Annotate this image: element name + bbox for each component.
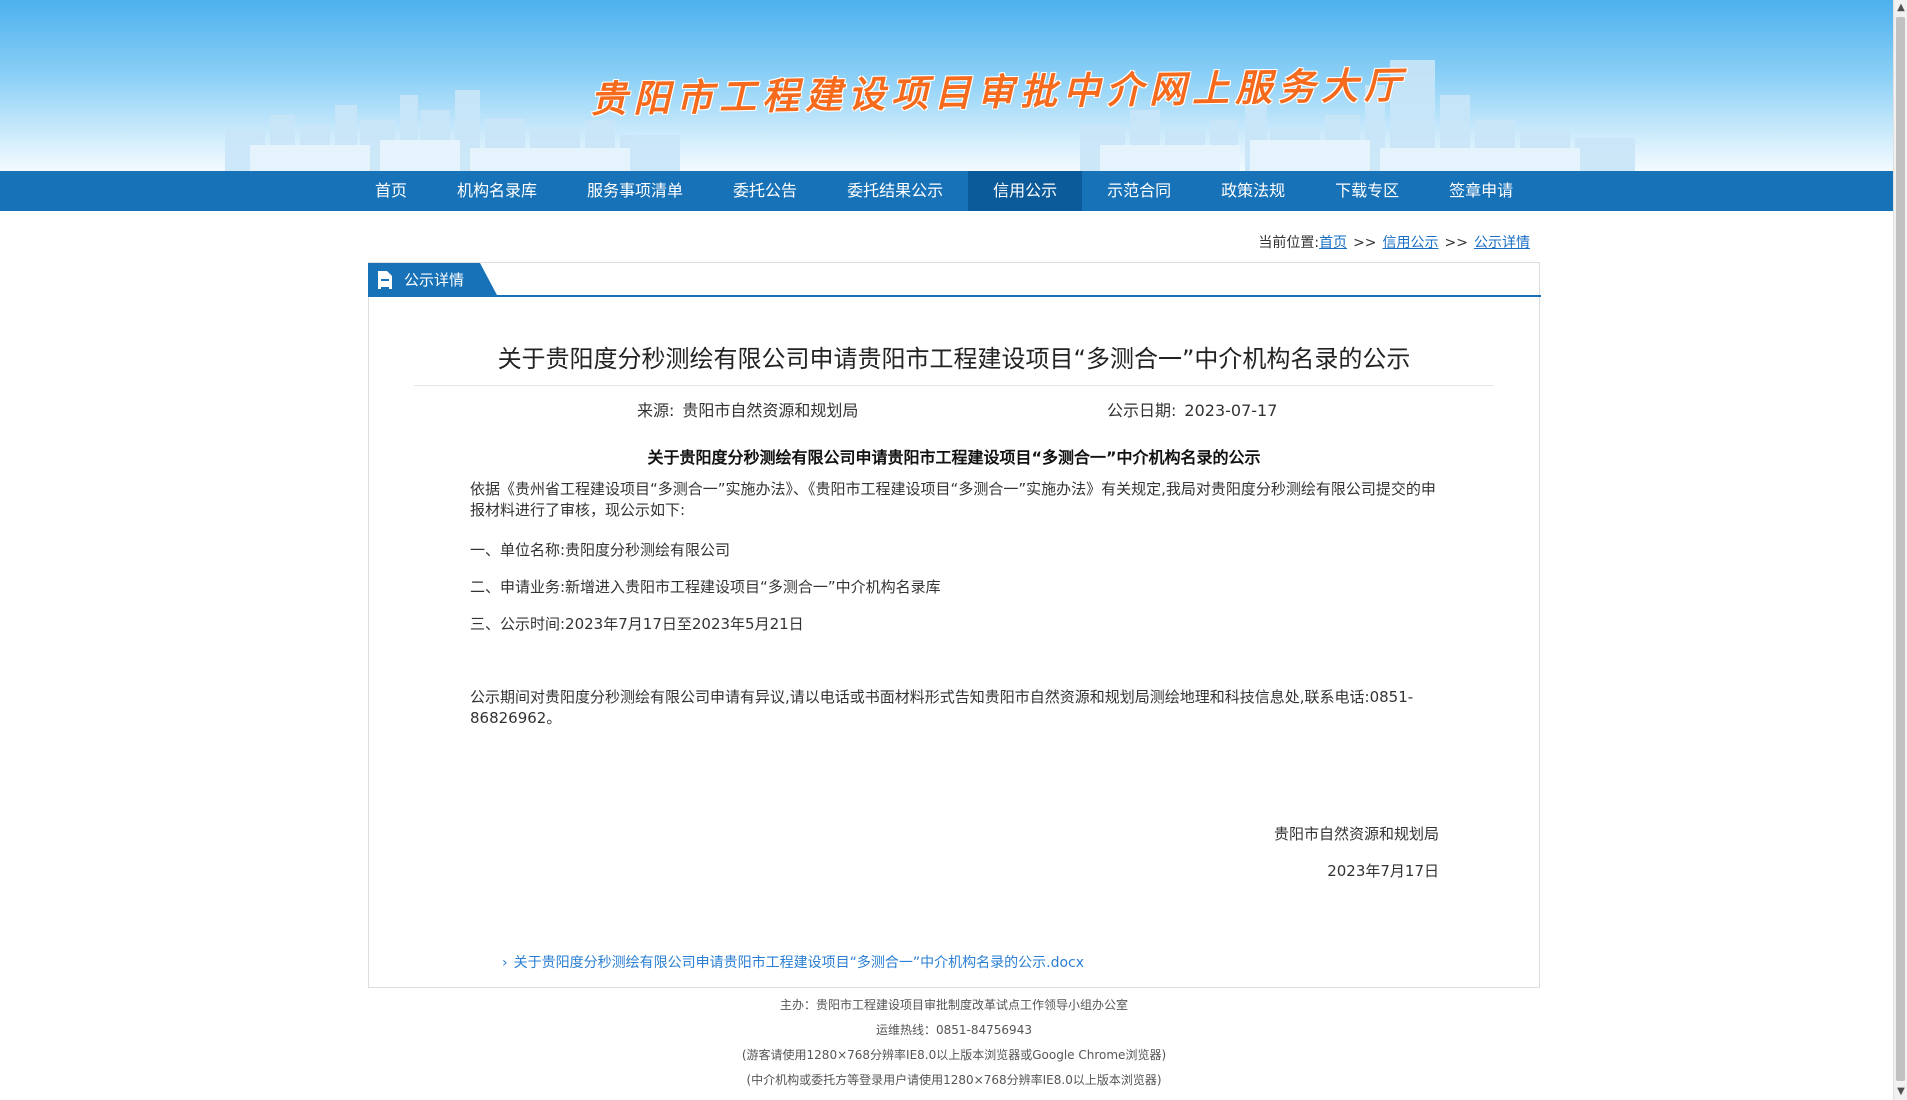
nav-item-credit-publicity[interactable]: 信用公示	[968, 171, 1083, 211]
panel-header: 公示详情	[368, 263, 1541, 297]
article-paragraph: 一、单位名称:贵阳度分秒测绘有限公司	[470, 541, 731, 559]
page-footer: 主办：贵阳市工程建设项目审批制度改革试点工作领导小组办公室 运维热线：0851-…	[368, 993, 1540, 1093]
breadcrumb-detail-link[interactable]: 公示详情	[1474, 235, 1530, 251]
nav-item-downloads[interactable]: 下载专区	[1310, 171, 1424, 211]
footer-browser-note-user: (中介机构或委托方等登录用户请使用1280×768分辨率IE8.0以上版本浏览器…	[746, 1073, 1162, 1087]
signature-organization: 贵阳市自然资源和规划局	[1273, 825, 1439, 843]
footer-browser-note-visitor: (游客请使用1280×768分辨率IE8.0以上版本浏览器或Google Chr…	[741, 1048, 1167, 1062]
chevron-right-icon: ›	[502, 955, 508, 971]
attachment-link[interactable]: › 关于贵阳度分秒测绘有限公司申请贵阳市工程建设项目“多测合一”中介机构名录的公示…	[502, 952, 1084, 972]
date-value: 2023-07-17	[1184, 401, 1278, 420]
header-banner: 贵阳市工程建设项目审批中介网上服务大厅	[0, 0, 1893, 171]
footer-host: 主办：贵阳市工程建设项目审批制度改革试点工作领导小组办公室	[779, 998, 1128, 1012]
vertical-scrollbar[interactable]: ▲ ▼	[1893, 0, 1907, 1100]
breadcrumb-prefix: 当前位置:	[1258, 235, 1320, 251]
article-paragraph: 公示期间对贵阳度分秒测绘有限公司申请有异议,请以电话或书面材料形式告知贵阳市自然…	[470, 688, 1414, 727]
article-source: 来源: 贵阳市自然资源和规划局	[637, 397, 858, 421]
page: 贵阳市工程建设项目审批中介网上服务大厅 首页 机构名录库 服务事项清单 委托公告…	[0, 0, 1893, 1100]
main-nav: 首页 机构名录库 服务事项清单 委托公告 委托结果公示 信用公示 示范合同 政策…	[0, 171, 1893, 211]
attachment-filename: 关于贵阳度分秒测绘有限公司申请贵阳市工程建设项目“多测合一”中介机构名录的公示.…	[513, 955, 1084, 971]
article-paragraph: 依据《贵州省工程建设项目“多测合一”实施办法》、《贵阳市工程建设项目“多测合一”…	[470, 480, 1436, 519]
date-label: 公示日期:	[1107, 401, 1177, 420]
article-paragraph: 二、申请业务:新增进入贵阳市工程建设项目“多测合一”中介机构名录库	[470, 578, 941, 596]
breadcrumb-home-link[interactable]: 首页	[1319, 235, 1347, 251]
title-divider	[414, 385, 1494, 386]
article-title: 关于贵阳度分秒测绘有限公司申请贵阳市工程建设项目“多测合一”中介机构名录的公示	[497, 345, 1411, 373]
nav-item-commission-result[interactable]: 委托结果公示	[822, 171, 968, 211]
chevron-down-icon[interactable]: ▼	[1894, 1084, 1907, 1100]
article-paragraph: 三、公示时间:2023年7月17日至2023年5月21日	[470, 615, 804, 633]
nav-item-service-list[interactable]: 服务事项清单	[562, 171, 708, 211]
panel-tab: 公示详情	[368, 263, 498, 297]
scrollbar-thumb[interactable]	[1896, 17, 1905, 1081]
breadcrumb-separator: >>	[1353, 235, 1377, 251]
article-panel: 公示详情 关于贵阳度分秒测绘有限公司申请贵阳市工程建设项目“多测合一”中介机构名…	[368, 262, 1541, 988]
breadcrumb-credit-link[interactable]: 信用公示	[1383, 235, 1439, 251]
chevron-up-icon[interactable]: ▲	[1894, 0, 1907, 16]
article-subtitle: 关于贵阳度分秒测绘有限公司申请贵阳市工程建设项目“多测合一”中介机构名录的公示	[647, 448, 1261, 467]
document-icon	[378, 271, 392, 289]
footer-hotline: 运维热线：0851-84756943	[876, 1023, 1032, 1037]
breadcrumb: 当前位置:首页 >> 信用公示 >> 公示详情	[1110, 232, 1530, 252]
nav-item-signature-apply[interactable]: 签章申请	[1424, 171, 1538, 211]
nav-item-home[interactable]: 首页	[350, 171, 432, 211]
source-label: 来源:	[637, 401, 675, 420]
article-date: 公示日期: 2023-07-17	[1107, 397, 1277, 421]
main-nav-items: 首页 机构名录库 服务事项清单 委托公告 委托结果公示 信用公示 示范合同 政策…	[350, 171, 1538, 211]
nav-item-commission-notice[interactable]: 委托公告	[708, 171, 822, 211]
source-value: 贵阳市自然资源和规划局	[682, 401, 859, 420]
panel-tab-label: 公示详情	[404, 271, 465, 289]
nav-item-agency-directory[interactable]: 机构名录库	[432, 171, 562, 211]
breadcrumb-separator: >>	[1444, 235, 1468, 251]
signature-date: 2023年7月17日	[1327, 862, 1439, 880]
nav-item-model-contract[interactable]: 示范合同	[1082, 171, 1196, 211]
nav-item-policy[interactable]: 政策法规	[1196, 171, 1310, 211]
